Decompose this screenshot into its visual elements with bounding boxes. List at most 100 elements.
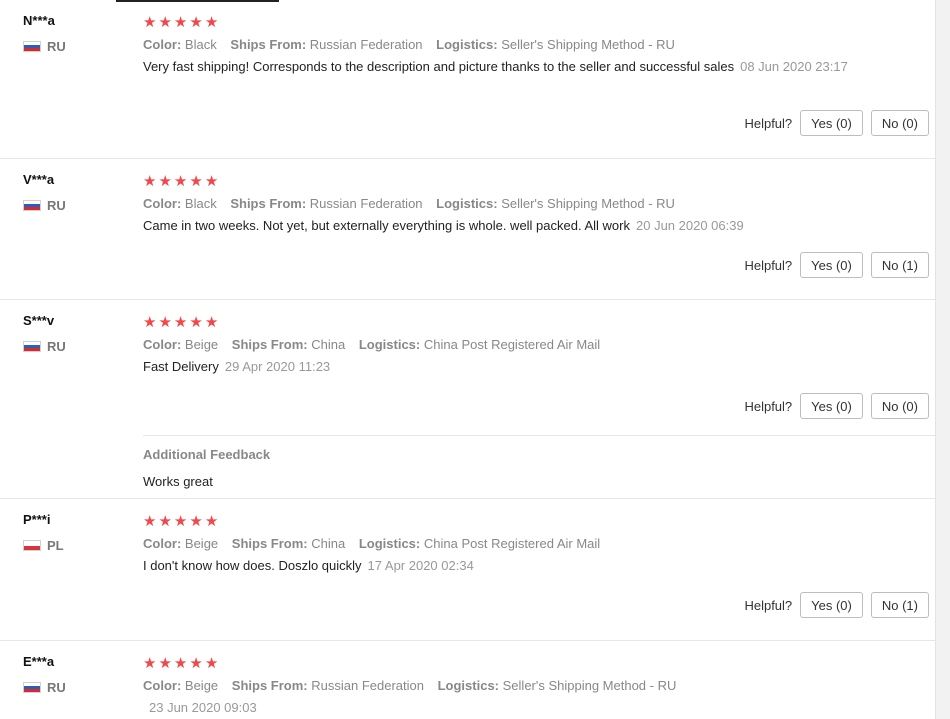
attr-value: Black (184, 37, 217, 52)
attr-ships-from: Ships From: Russian Federation (232, 678, 424, 693)
review-comment: Very fast shipping! Corresponds to the d… (143, 59, 735, 74)
reviewer-country: RU (23, 680, 133, 695)
reviewer-info: V***a RU (23, 172, 133, 213)
attr-value: Seller's Shipping Method - RU (502, 678, 677, 693)
star-rating: ★ ★ ★ ★ ★ (143, 14, 933, 30)
attr-key: Ships From: (231, 678, 308, 693)
star-icon: ★ (173, 313, 188, 331)
reviewer-name: N***a (23, 13, 55, 28)
star-icon: ★ (143, 512, 157, 530)
ru-flag-icon (23, 341, 41, 352)
attr-key: Logistics: (358, 536, 421, 551)
helpful-yes-button[interactable]: Yes (0) (800, 110, 863, 136)
star-icon: ★ (158, 13, 172, 31)
reviewer-name: P***i (23, 512, 51, 527)
reviewer-info: E***a RU (23, 654, 133, 695)
review-item: N***a RU ★ ★ ★ ★ ★ Color: Black Ships From: … (0, 13, 935, 153)
product-attributes: Color: Black Ships From: Russian Federat… (143, 195, 933, 213)
feedback-list: N***a RU ★ ★ ★ ★ ★ Color: Black Ships From: … (0, 0, 950, 719)
star-icon: ★ (173, 512, 188, 530)
attr-color: Color: Beige (143, 536, 218, 551)
review-text: I don't know how does. Doszlo quickly 17 … (143, 557, 858, 574)
country-code: RU (47, 198, 66, 213)
attr-value: Beige (184, 536, 219, 551)
additional-feedback-title: Additional Feedback (143, 447, 271, 462)
attr-key: Ships From: (231, 337, 308, 352)
star-icon: ★ (173, 13, 188, 31)
attr-value: Black (184, 196, 217, 211)
attr-key: Color: (143, 536, 182, 551)
star-icon: ★ (158, 313, 172, 331)
helpful-vote: Helpful? Yes (0) No (0) (744, 110, 929, 136)
reviewer-name: S***v (23, 313, 55, 328)
attr-logistics: Logistics: Seller's Shipping Method - RU (436, 37, 675, 52)
helpful-no-button[interactable]: No (0) (870, 110, 929, 136)
country-code: RU (47, 680, 66, 695)
star-rating: ★ ★ ★ ★ ★ (143, 314, 933, 330)
ru-flag-icon (23, 200, 41, 211)
review-item: P***i PL ★ ★ ★ ★ ★ Color: Beige Ships From: … (0, 512, 935, 632)
review-text: Very fast shipping! Corresponds to the d… (143, 58, 858, 75)
reviewer-info: N***a RU (23, 13, 133, 54)
review-date: 23 Jun 2020 09:03 (149, 700, 257, 715)
attr-logistics: Logistics: China Post Registered Air Mai… (359, 536, 600, 551)
helpful-yes-button[interactable]: Yes (0) (800, 252, 863, 278)
attr-color: Color: Beige (143, 337, 218, 352)
reviewer-info: S***v RU (23, 313, 133, 354)
attr-key: Logistics: (436, 37, 498, 52)
vertical-scrollbar[interactable] (935, 0, 950, 719)
helpful-no-button[interactable]: No (0) (870, 393, 929, 419)
country-code: RU (47, 339, 66, 354)
attr-value: Seller's Shipping Method - RU (501, 196, 675, 211)
star-rating: ★ ★ ★ ★ ★ (143, 513, 933, 529)
helpful-label: Helpful? (744, 257, 793, 273)
attr-value: Russian Federation (311, 678, 424, 693)
reviewer-country: PL (23, 538, 133, 553)
reviewer-country: RU (23, 339, 133, 354)
review-item: E***a RU ★ ★ ★ ★ ★ Color: Beige Ships From: … (0, 654, 935, 719)
attr-key: Color: (143, 37, 182, 52)
star-icon: ★ (143, 172, 157, 190)
review-body: ★ ★ ★ ★ ★ Color: Beige Ships From: Russian F… (143, 654, 933, 716)
reviewer-name: E***a (23, 654, 55, 669)
star-icon: ★ (204, 313, 219, 331)
review-item: S***v RU ★ ★ ★ ★ ★ Color: Beige Ships From: … (0, 313, 935, 493)
attr-ships-from: Ships From: China (232, 536, 345, 551)
star-icon: ★ (143, 654, 157, 672)
review-item: V***a RU ★ ★ ★ ★ ★ Color: Black Ships From: … (0, 172, 935, 292)
review-text: 23 Jun 2020 09:03 (143, 699, 858, 716)
helpful-no-button[interactable]: No (1) (870, 592, 929, 618)
helpful-label: Helpful? (744, 115, 793, 131)
review-divider (0, 498, 935, 499)
star-icon: ★ (189, 13, 203, 31)
star-icon: ★ (204, 172, 219, 190)
star-rating: ★ ★ ★ ★ ★ (143, 655, 933, 671)
helpful-yes-button[interactable]: Yes (0) (800, 393, 863, 419)
star-icon: ★ (204, 13, 219, 31)
attr-value: Russian Federation (309, 196, 423, 211)
helpful-label: Helpful? (744, 597, 793, 613)
helpful-label: Helpful? (744, 398, 793, 414)
attr-value: Seller's Shipping Method - RU (501, 37, 675, 52)
star-icon: ★ (143, 13, 157, 31)
attr-logistics: Logistics: Seller's Shipping Method - RU (436, 196, 675, 211)
attr-key: Ships From: (230, 37, 307, 52)
country-code: PL (47, 538, 64, 553)
review-divider (0, 640, 935, 641)
star-icon: ★ (189, 654, 203, 672)
review-body: ★ ★ ★ ★ ★ Color: Black Ships From: Russian F… (143, 172, 933, 234)
review-divider (0, 299, 935, 300)
helpful-vote: Helpful? Yes (0) No (1) (744, 592, 929, 618)
helpful-yes-button[interactable]: Yes (0) (800, 592, 863, 618)
review-body: ★ ★ ★ ★ ★ Color: Beige Ships From: China Log… (143, 512, 933, 574)
attr-value: Russian Federation (309, 37, 423, 52)
attr-key: Ships From: (231, 536, 308, 551)
helpful-no-button[interactable]: No (1) (870, 252, 929, 278)
reviewer-country: RU (23, 39, 133, 54)
attr-key: Logistics: (437, 678, 500, 693)
reviewer-country: RU (23, 198, 133, 213)
attr-key: Color: (143, 678, 182, 693)
reviewer-info: P***i PL (23, 512, 133, 553)
pl-flag-icon (23, 540, 41, 551)
attr-color: Color: Black (143, 37, 217, 52)
